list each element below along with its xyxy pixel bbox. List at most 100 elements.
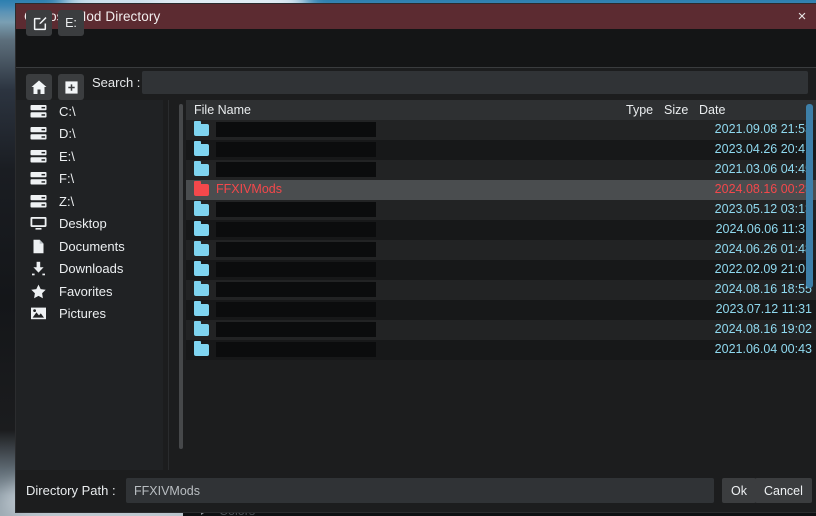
file-date-cell: 2024.08.16 18:55 [714,282,812,296]
dialog-toolbar [16,29,816,68]
sidebar-item-label: Documents [59,238,125,254]
home-icon [31,80,47,94]
file-name-cell [216,322,376,337]
table-row-selected[interactable]: FFXIVMods 2024.08.16 00:28 [186,180,816,200]
search-input[interactable] [142,71,808,94]
search-row: Search : [16,67,816,99]
drive-icon [30,149,47,164]
monitor-icon [30,216,47,231]
file-date-cell: 2021.06.04 00:43 [714,342,812,356]
file-name-cell [216,242,376,257]
sidebar-item-label: Pictures [59,306,106,322]
file-date-cell: 2024.06.26 01:48 [714,242,812,256]
sidebar-item-label: C:\ [59,103,76,119]
sidebar-item-pictures[interactable]: Pictures [16,303,163,326]
search-label: Search : [92,75,141,90]
file-list-scrollbar[interactable] [806,100,813,470]
ok-button[interactable]: Ok [722,478,756,503]
file-date-cell: 2021.09.08 21:53 [714,122,812,136]
table-row[interactable]: 2023.04.26 20:41 [186,140,816,160]
star-icon [30,284,47,299]
table-row[interactable]: 2021.09.08 21:53 [186,120,816,140]
folder-icon [194,221,209,236]
folder-icon [194,261,209,276]
folder-icon [194,201,209,216]
file-date-cell: 2021.03.06 04:45 [714,162,812,176]
drive-icon [30,126,47,141]
sidebar-item-documents[interactable]: Documents [16,235,163,258]
sidebar-item-label: Desktop [59,216,107,232]
folder-icon [194,121,209,136]
sidebar-item-f-drive[interactable]: F:\ [16,168,163,191]
sidebar-item-favorites[interactable]: Favorites [16,280,163,303]
table-row[interactable]: 2023.05.12 03:13 [186,200,816,220]
choose-mod-directory-dialog: Choose Mod Directory × E: Search : C:\ D… [16,4,816,512]
table-row[interactable]: 2024.06.06 11:31 [186,220,816,240]
file-date-cell: 2022.02.09 21:01 [714,262,812,276]
file-date-cell: 2024.06.06 11:31 [715,222,812,236]
new-folder-button[interactable] [58,74,84,100]
folder-icon [194,181,209,196]
folder-icon [194,281,209,296]
sidebar-item-label: F:\ [59,171,75,187]
column-header-file-name[interactable]: File Name [194,103,251,117]
file-name-cell [216,302,376,317]
file-name-cell [216,142,376,157]
download-icon [30,261,47,276]
folder-plus-icon [64,80,78,94]
file-name-cell [216,262,376,277]
drive-icon [30,194,47,209]
table-row[interactable]: 2021.03.06 04:45 [186,160,816,180]
places-sidebar: C:\ D:\ E:\ F:\ Z:\ Desktop Documents Do… [16,100,163,470]
sidebar-item-label: Downloads [59,261,124,277]
table-row[interactable]: 2021.06.04 00:43 [186,340,816,360]
pencil-square-icon [33,16,47,30]
file-name-cell [216,122,376,137]
table-row[interactable]: 2024.08.16 19:02 [186,320,816,340]
file-date-cell: 2024.08.16 00:28 [714,182,812,196]
folder-icon [194,141,209,156]
sidebar-item-label: D:\ [59,126,76,142]
sidebar-item-label: E:\ [59,148,75,164]
sidebar-item-d-drive[interactable]: D:\ [16,123,163,146]
sidebar-item-desktop[interactable]: Desktop [16,213,163,236]
table-row[interactable]: 2024.08.16 18:55 [186,280,816,300]
file-name-cell [216,282,376,297]
table-row[interactable]: 2022.02.09 21:01 [186,260,816,280]
folder-icon [194,301,209,316]
drive-icon [30,171,47,186]
sidebar-item-c-drive[interactable]: C:\ [16,100,163,123]
panel-splitter-handle[interactable] [179,104,183,449]
home-button[interactable] [26,74,52,100]
sidebar-item-downloads[interactable]: Downloads [16,258,163,281]
column-header-type[interactable]: Type [626,103,653,117]
table-row[interactable]: 2024.06.26 01:48 [186,240,816,260]
file-date-cell: 2023.05.12 03:13 [714,202,812,216]
dialog-footer: Directory Path : Ok Cancel [16,470,816,512]
file-list: File Name Type Size Date 2021.09.08 21:5… [186,100,816,470]
column-header-size[interactable]: Size [664,103,688,117]
file-date-cell: 2023.04.26 20:41 [714,142,812,156]
table-row[interactable]: 2023.07.12 11:31 [186,300,816,320]
image-icon [30,306,47,321]
file-name-cell [216,342,376,357]
file-list-scrollbar-thumb[interactable] [806,104,813,288]
file-list-header: File Name Type Size Date [186,100,816,120]
screen: ed Items Effective Changes On-Screen Res… [0,0,816,516]
dialog-title-bar[interactable]: Choose Mod Directory × [16,4,816,29]
file-name-cell [216,222,376,237]
close-icon[interactable]: × [792,7,812,26]
edit-path-button[interactable] [26,10,52,36]
document-icon [30,239,47,254]
drive-breadcrumb-button[interactable]: E: [58,10,84,36]
sidebar-item-z-drive[interactable]: Z:\ [16,190,163,213]
directory-path-label: Directory Path : [26,483,116,498]
cancel-button[interactable]: Cancel [755,478,812,503]
file-name-cell [216,162,376,177]
column-header-date[interactable]: Date [699,103,725,117]
sidebar-item-label: Favorites [59,283,113,299]
drive-icon [30,104,47,119]
directory-path-input[interactable] [126,478,714,503]
file-list-rows: 2021.09.08 21:53 2023.04.26 20:41 2021.0… [186,120,816,360]
sidebar-item-e-drive[interactable]: E:\ [16,145,163,168]
